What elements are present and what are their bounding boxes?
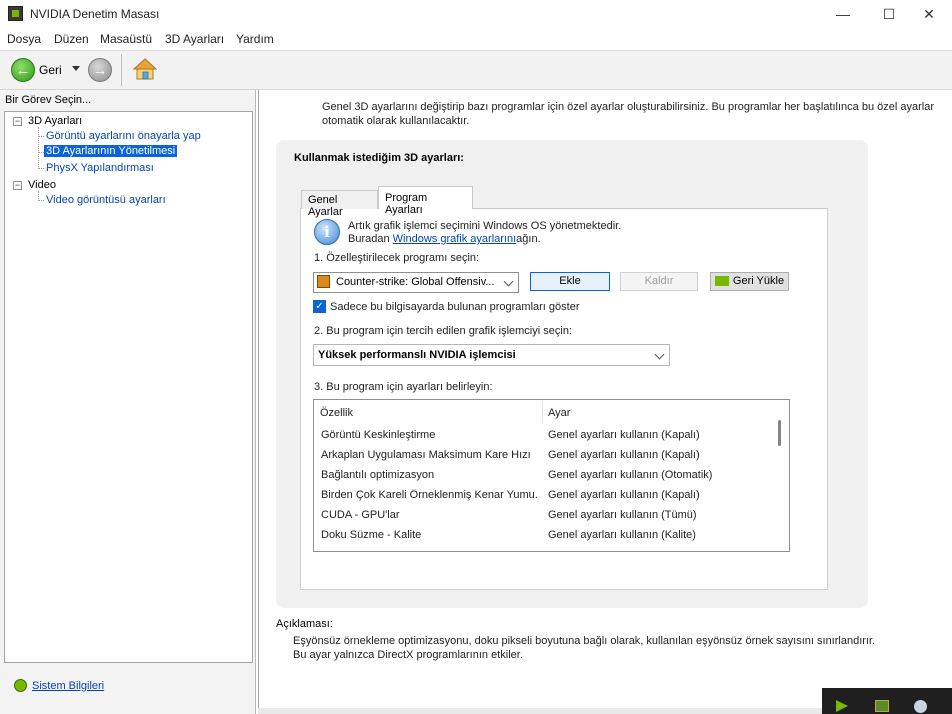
table-row-feature[interactable]: Arkaplan Uygulaması Maksimum Kare Hızı (321, 449, 539, 461)
collapse-icon[interactable]: − (13, 117, 22, 126)
forward-arrow-icon[interactable]: → (88, 58, 112, 82)
gpu-select[interactable]: Yüksek performanslı NVIDIA işlemcisi (313, 344, 670, 366)
window-title: NVIDIA Denetim Masası (30, 7, 160, 21)
tree-item-preview-settings[interactable]: Görüntü ayarlarını önayarla yap (46, 130, 201, 142)
info-icon: i (314, 219, 340, 245)
table-row-feature[interactable]: Bağlantılı optimizasyon (321, 469, 539, 481)
steam-tray-icon[interactable] (914, 700, 927, 713)
toolbar-separator (121, 54, 122, 86)
step3-label: 3. Bu program için ayarları belirleyin: (314, 381, 493, 393)
windows-graphics-settings-link[interactable]: Windows grafik ayarlarını (393, 233, 517, 245)
show-installed-only-checkbox[interactable]: ✓ (313, 300, 326, 313)
menu-help[interactable]: Yardım (236, 32, 274, 46)
collapse-icon[interactable]: − (13, 181, 22, 190)
step2-label: 2. Bu program için tercih edilen grafik … (314, 325, 572, 337)
table-row-setting[interactable]: Genel ayarları kullanın (Otomatik) (548, 469, 768, 481)
tree-connector (38, 168, 44, 169)
minimize-button[interactable]: — (820, 0, 866, 28)
info-text-line1: Artık grafik işlemci seçimini Windows OS… (348, 220, 622, 232)
task-pane-header: Bir Görev Seçin... (5, 94, 92, 106)
tree-item-video-settings[interactable]: Video görüntüsü ayarları (46, 194, 166, 206)
panel-title: Kullanmak istediğim 3D ayarları: (294, 152, 464, 164)
menu-3d-settings[interactable]: 3D Ayarları (165, 32, 224, 46)
program-select[interactable]: Counter-strike: Global Offensiv... (313, 272, 519, 293)
home-icon[interactable] (133, 57, 157, 81)
table-row-feature[interactable]: Birden Çok Kareli Örneklenmiş Kenar Yumu… (321, 489, 539, 501)
table-row-setting[interactable]: Genel ayarları kullanın (Kalite) (548, 529, 768, 541)
tree-connector (38, 136, 44, 137)
description-title: Açıklaması: (276, 618, 333, 630)
column-divider (542, 401, 543, 423)
nvidia-icon (715, 276, 729, 286)
back-button-label[interactable]: Geri (39, 63, 62, 77)
tree-item-physx[interactable]: PhysX Yapılandırması (46, 162, 154, 174)
close-button[interactable]: ✕ (906, 0, 952, 28)
back-history-dropdown-icon[interactable] (72, 66, 80, 71)
back-arrow-icon[interactable]: ← (11, 58, 35, 82)
tab-global-settings[interactable]: Genel Ayarlar (301, 190, 378, 218)
info-text-suffix: ağın. (516, 233, 541, 245)
table-row-feature[interactable]: Görüntü Keskinleştirme (321, 429, 539, 441)
tree-item-manage-3d-settings[interactable]: 3D Ayarlarının Yönetilmesi (44, 145, 178, 157)
nvidia-app-icon (8, 6, 23, 21)
table-row-setting[interactable]: Genel ayarları kullanın (Tümü) (548, 509, 768, 521)
table-scrollbar-thumb[interactable] (778, 420, 781, 446)
intro-text: Genel 3D ayarlarını değiştirip bazı prog… (322, 101, 934, 127)
column-header-setting[interactable]: Ayar (548, 407, 570, 419)
tree-connector (38, 127, 39, 169)
column-header-feature[interactable]: Özellik (320, 407, 353, 419)
table-row-setting[interactable]: Genel ayarları kullanın (Kapalı) (548, 449, 768, 461)
tree-connector (38, 200, 44, 201)
system-info-link[interactable]: Sistem Bilgileri (32, 680, 104, 692)
step1-label: 1. Özelleştirilecek programı seçin: (314, 252, 480, 264)
tree-group-video[interactable]: Video (28, 179, 56, 191)
add-button[interactable]: Ekle (530, 272, 610, 291)
tab-program-settings[interactable]: Program Ayarları (378, 186, 473, 216)
menu-desktop[interactable]: Masaüstü (100, 32, 152, 46)
info-text-line2: Buradan Windows grafik ayarlarınıağın. (348, 233, 541, 245)
info-text-prefix: Buradan (348, 233, 393, 245)
table-row-setting[interactable]: Genel ayarları kullanın (Kapalı) (548, 489, 768, 501)
tree-group-3d-settings[interactable]: 3D Ayarları (28, 115, 82, 127)
table-row-feature[interactable]: CUDA - GPU'lar (321, 509, 539, 521)
checkbox-label: Sadece bu bilgisayarda bulunan programla… (330, 301, 580, 313)
remove-button[interactable]: Kaldır (620, 272, 698, 291)
menu-edit[interactable]: Düzen (54, 32, 89, 46)
horizontal-scrollbar[interactable] (258, 708, 822, 714)
table-row-feature[interactable]: Doku Süzme - Kalite (321, 529, 539, 541)
description-text: Eşyönsüz örnekleme optimizasyonu, doku p… (293, 635, 876, 661)
table-row-setting[interactable]: Genel ayarları kullanın (Kapalı) (548, 429, 768, 441)
counter-strike-icon (317, 275, 330, 288)
app-tray-icon[interactable] (875, 700, 889, 712)
menu-file[interactable]: Dosya (7, 32, 41, 46)
system-info-icon[interactable] (14, 679, 27, 692)
